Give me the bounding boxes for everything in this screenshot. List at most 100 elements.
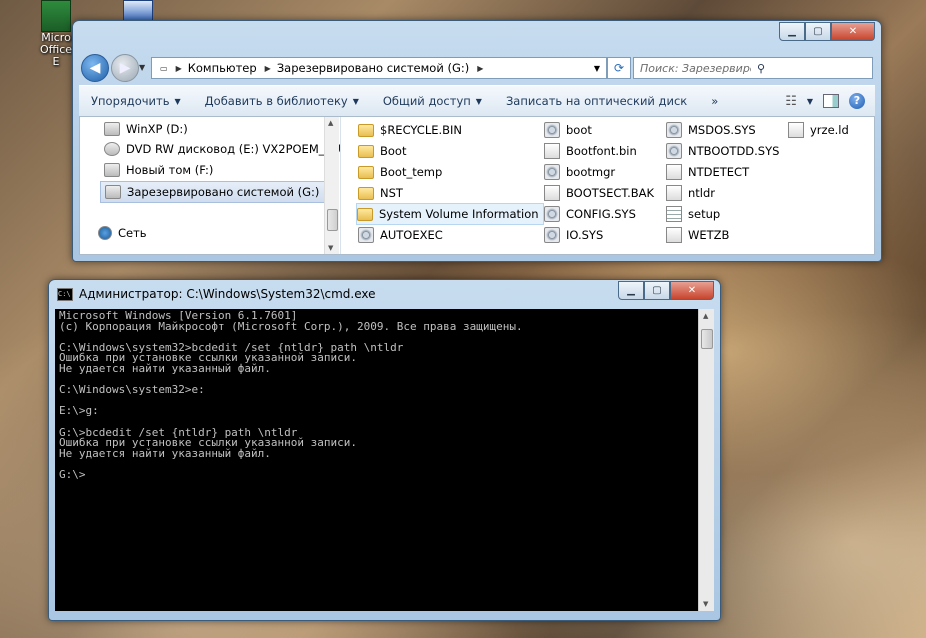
list-item[interactable]: boot xyxy=(544,120,592,140)
list-item[interactable]: Bootfont.bin xyxy=(544,141,637,161)
maximize-button[interactable]: ▢ xyxy=(644,281,670,300)
file-list: $RECYCLE.BIN Boot Boot_temp NST System V… xyxy=(350,117,874,254)
maximize-button[interactable]: ▢ xyxy=(805,22,831,41)
forward-button[interactable]: ▶ xyxy=(111,54,139,82)
cmd-window[interactable]: C:\ Администратор: C:\Windows\System32\c… xyxy=(48,279,721,621)
list-item[interactable]: CONFIG.SYS xyxy=(544,204,636,224)
file-icon xyxy=(544,185,560,201)
dvd-drive-icon xyxy=(104,142,120,156)
cmd-icon: C:\ xyxy=(57,287,73,301)
breadcrumb-chevron-icon[interactable]: ▶ xyxy=(477,64,483,73)
nav-network[interactable]: Сеть xyxy=(98,223,147,243)
file-name: NTDETECT xyxy=(688,165,750,179)
file-name: IO.SYS xyxy=(566,228,604,242)
scroll-up-icon[interactable]: ▲ xyxy=(328,119,333,127)
explorer-window[interactable]: ▁ ▢ ✕ ◀ ▶ ▼ ▭ ▶ Компьютер ▶ Зарезервиров… xyxy=(72,20,882,262)
search-input[interactable]: Поиск: Зарезервировано системой (... ⚲ xyxy=(633,57,873,79)
list-item[interactable]: AUTOEXEC xyxy=(358,225,443,245)
nav-scrollbar[interactable]: ▲ ▼ xyxy=(324,117,339,254)
cmd-title: Администратор: C:\Windows\System32\cmd.e… xyxy=(79,287,376,301)
folder-icon xyxy=(357,207,373,221)
list-item[interactable]: setup xyxy=(666,204,720,224)
word-icon xyxy=(123,0,153,22)
minimize-button[interactable]: ▁ xyxy=(779,22,805,41)
breadcrumb-chevron-icon[interactable]: ▶ xyxy=(265,64,271,73)
burn-button[interactable]: Записать на оптический диск xyxy=(494,94,699,108)
breadcrumb-computer[interactable]: Компьютер xyxy=(188,61,257,75)
view-options-icon[interactable]: ☷ xyxy=(785,94,797,109)
scroll-thumb[interactable] xyxy=(701,329,713,349)
list-item[interactable]: ntldr xyxy=(666,183,715,203)
minimize-button[interactable]: ▁ xyxy=(618,281,644,300)
file-name: BOOTSECT.BAK xyxy=(566,186,655,200)
more-commands-button[interactable]: » xyxy=(699,94,730,108)
nav-drive-g-label: Зарезервировано системой (G:) xyxy=(127,185,320,199)
word-desktop-icon[interactable] xyxy=(110,0,166,22)
back-button[interactable]: ◀ xyxy=(81,54,109,82)
list-item[interactable]: NST xyxy=(358,183,403,203)
list-item[interactable]: Boot_temp xyxy=(358,162,442,182)
file-icon xyxy=(666,164,682,180)
cmd-window-controls: ▁ ▢ ✕ xyxy=(618,281,714,300)
list-item[interactable]: bootmgr xyxy=(544,162,615,182)
chevron-down-icon: ▼ xyxy=(174,96,181,106)
computer-icon: ▭ xyxy=(160,63,168,73)
address-bar[interactable]: ▭ ▶ Компьютер ▶ Зарезервировано системой… xyxy=(151,57,607,79)
recent-pages-dropdown[interactable]: ▼ xyxy=(139,63,145,72)
help-icon[interactable]: ? xyxy=(849,93,865,109)
scroll-down-icon[interactable]: ▼ xyxy=(703,600,708,608)
system-file-icon xyxy=(666,143,682,159)
list-item[interactable]: Boot xyxy=(358,141,406,161)
back-arrow-icon: ◀ xyxy=(89,60,101,76)
list-item[interactable]: MSDOS.SYS xyxy=(666,120,756,140)
file-name: Boot xyxy=(380,144,407,158)
chevron-down-icon[interactable]: ▼ xyxy=(807,97,813,106)
share-label: Общий доступ xyxy=(382,94,471,108)
cmd-title-bar: C:\ Администратор: C:\Windows\System32\c… xyxy=(57,287,376,301)
add-to-library-button[interactable]: Добавить в библиотеку ▼ xyxy=(193,94,371,108)
nav-drive-g[interactable]: Зарезервировано системой (G:) xyxy=(100,181,328,203)
organize-button[interactable]: Упорядочить ▼ xyxy=(79,94,193,108)
system-file-icon xyxy=(544,164,560,180)
list-item[interactable]: IO.SYS xyxy=(544,225,603,245)
breadcrumb-chevron-icon[interactable]: ▶ xyxy=(176,64,182,73)
console-scrollbar[interactable]: ▲ ▼ xyxy=(698,309,714,611)
drive-icon xyxy=(104,122,120,136)
system-file-icon xyxy=(358,227,374,243)
breadcrumb-drive-g[interactable]: Зарезервировано системой (G:) xyxy=(277,61,469,75)
close-button[interactable]: ✕ xyxy=(831,22,875,41)
refresh-button[interactable]: ⟳ xyxy=(607,57,631,79)
explorer-content: WinXP (D:) DVD RW дисковод (E:) VX2POEM_… xyxy=(79,116,875,255)
excel-icon xyxy=(41,0,71,32)
nav-drive-e[interactable]: DVD RW дисковод (E:) VX2POEM_RU xyxy=(104,139,341,159)
list-item[interactable]: $RECYCLE.BIN xyxy=(358,120,462,140)
file-name: yrze.ld xyxy=(810,123,849,137)
nav-drive-e-label: DVD RW дисковод (E:) VX2POEM_RU xyxy=(126,142,341,156)
scroll-up-icon[interactable]: ▲ xyxy=(703,312,708,320)
file-name: setup xyxy=(688,207,721,221)
scroll-down-icon[interactable]: ▼ xyxy=(328,244,333,252)
file-name: System Volume Information xyxy=(379,207,539,221)
list-item[interactable]: BOOTSECT.BAK xyxy=(544,183,654,203)
file-name: WETZB xyxy=(688,228,730,242)
search-icon[interactable]: ⚲ xyxy=(757,62,868,75)
file-name: NST xyxy=(380,186,403,200)
folder-icon xyxy=(358,186,374,200)
address-dropdown-icon[interactable]: ▼ xyxy=(594,64,600,73)
list-item[interactable]: NTDETECT xyxy=(666,162,749,182)
nav-drive-d[interactable]: WinXP (D:) xyxy=(104,119,188,139)
list-item[interactable]: WETZB xyxy=(666,225,729,245)
console-output[interactable]: Microsoft Windows [Version 6.1.7601] (c)… xyxy=(55,309,698,611)
preview-pane-icon[interactable] xyxy=(823,94,839,108)
file-name: NTBOOTDD.SYS xyxy=(688,144,780,158)
list-item[interactable]: yrze.ld xyxy=(788,120,849,140)
share-button[interactable]: Общий доступ ▼ xyxy=(371,94,494,108)
list-item[interactable]: NTBOOTDD.SYS xyxy=(666,141,779,161)
file-name: CONFIG.SYS xyxy=(566,207,636,221)
forward-arrow-icon: ▶ xyxy=(119,60,131,76)
file-icon xyxy=(544,143,560,159)
scroll-thumb[interactable] xyxy=(327,209,338,231)
list-item[interactable]: System Volume Information xyxy=(356,203,544,225)
close-button[interactable]: ✕ xyxy=(670,281,714,300)
nav-drive-f[interactable]: Новый том (F:) xyxy=(104,160,213,180)
